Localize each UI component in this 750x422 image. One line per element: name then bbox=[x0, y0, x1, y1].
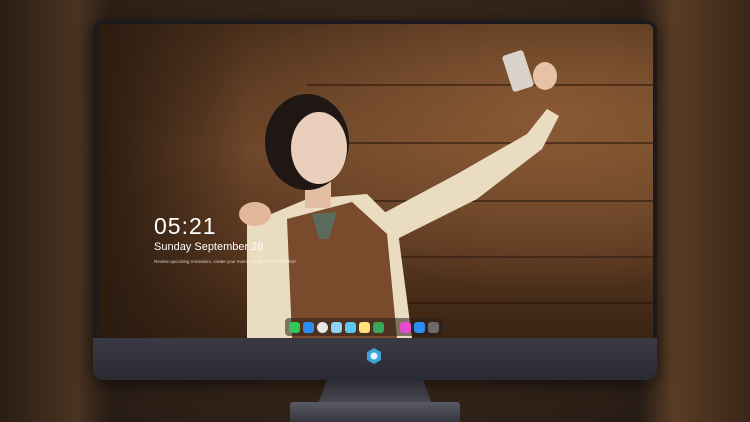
finder-face-icon[interactable] bbox=[345, 321, 356, 333]
dock bbox=[285, 318, 443, 336]
safari-icon[interactable] bbox=[317, 321, 328, 333]
monitor: 05:21 Sunday September 28 Review upcomin… bbox=[93, 20, 657, 380]
monitor-stand-base bbox=[290, 402, 460, 422]
app-store-icon[interactable] bbox=[414, 321, 425, 333]
preview-icon[interactable] bbox=[331, 321, 342, 333]
monitor-stand-neck bbox=[318, 380, 432, 404]
brand-logo-icon bbox=[367, 348, 381, 364]
camera-icon[interactable] bbox=[428, 321, 439, 333]
monitor-chin bbox=[93, 338, 657, 380]
lock-time: 05:21 bbox=[154, 213, 217, 239]
notes-icon[interactable] bbox=[359, 321, 370, 333]
finder-icon[interactable] bbox=[303, 321, 314, 333]
lock-date: Sunday September 28 bbox=[154, 241, 264, 253]
wallpaper-person bbox=[239, 50, 559, 338]
desktop-screen: 05:21 Sunday September 28 Review upcomin… bbox=[97, 24, 653, 338]
facetime-icon[interactable] bbox=[373, 321, 384, 333]
messages-icon[interactable] bbox=[289, 321, 300, 333]
lock-note: Review upcoming reminders, create your e… bbox=[154, 259, 297, 264]
itunes-icon[interactable] bbox=[400, 321, 411, 333]
